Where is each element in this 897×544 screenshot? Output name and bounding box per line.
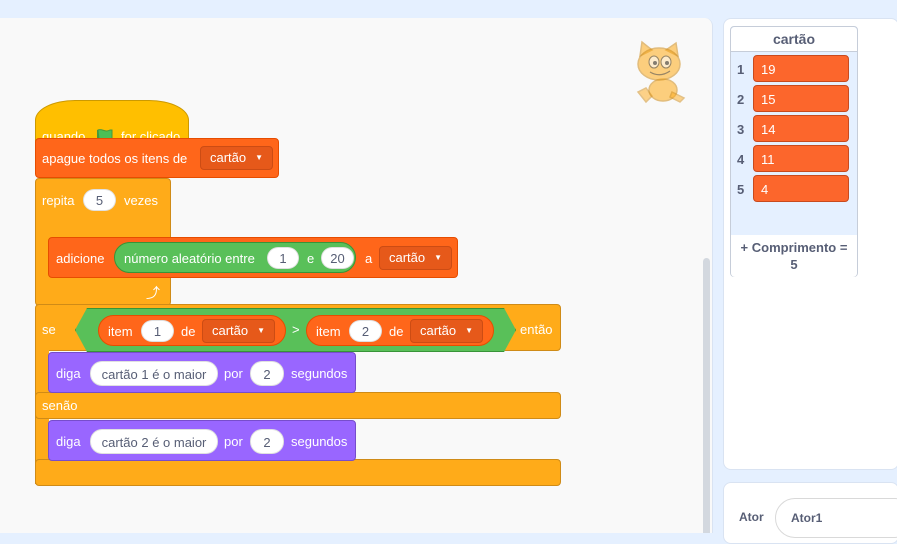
- dropdown-arrow-icon: ▼: [257, 326, 265, 335]
- dropdown-arrow-icon: ▼: [255, 153, 263, 162]
- say2-message-input[interactable]: cartão 2 é o maior: [90, 429, 218, 454]
- item2-index-input[interactable]: 2: [349, 320, 382, 342]
- item-1-reporter[interactable]: item 1 de cartão ▼: [98, 315, 286, 346]
- list-item-value[interactable]: 19: [753, 55, 849, 82]
- list-item-index: 3: [737, 122, 745, 137]
- say2-for-label: por: [224, 434, 243, 449]
- random-connector: e: [307, 251, 315, 266]
- dropdown-arrow-icon: ▼: [434, 253, 442, 262]
- if-label: se: [42, 322, 56, 337]
- item1-label: item: [108, 324, 133, 339]
- sprite-name-input[interactable]: Ator1: [775, 498, 897, 538]
- random-from-input[interactable]: 1: [267, 247, 299, 269]
- sprite-name-label: Ator: [739, 510, 764, 524]
- list-length-value: 5: [790, 257, 798, 272]
- list-item-index: 1: [737, 62, 745, 77]
- list-item-index: 5: [737, 182, 745, 197]
- greater-than-block[interactable]: item 1 de cartão ▼ > item 2 de cartão ▼: [75, 308, 516, 352]
- add-label: adicione: [56, 251, 105, 266]
- item1-list-dropdown[interactable]: cartão ▼: [202, 319, 275, 343]
- say-block-2[interactable]: diga cartão 2 é o maior por 2 segundos: [48, 420, 356, 461]
- list-item-index: 4: [737, 152, 745, 167]
- code-workspace[interactable]: quando for clicado apague todos os itens…: [0, 18, 713, 533]
- say2-unit-label: segundos: [291, 434, 348, 449]
- say2-secs-input[interactable]: 2: [250, 429, 284, 454]
- list-monitor-footer: + Comprimento = 5: [731, 235, 857, 277]
- item1-list-value: cartão: [212, 323, 249, 338]
- greater-operator: >: [292, 322, 300, 337]
- scratch-cat-icon: [628, 40, 690, 106]
- item2-list-dropdown[interactable]: cartão ▼: [410, 319, 483, 343]
- random-number-block[interactable]: número aleatório entre 1 e 20: [114, 242, 356, 273]
- repeat-label: repita: [42, 193, 75, 208]
- top-bar: [0, 0, 897, 18]
- say1-message-input[interactable]: cartão 1 é o maior: [90, 361, 218, 386]
- repeat-times-input[interactable]: 5: [83, 189, 116, 211]
- workspace-scrollbar[interactable]: [703, 258, 710, 533]
- say1-label: diga: [56, 366, 81, 381]
- list-add-button[interactable]: +: [741, 240, 749, 255]
- random-to-input[interactable]: 20: [321, 247, 354, 269]
- add-to-list-block[interactable]: adicione número aleatório entre 1 e 20 a…: [48, 237, 458, 278]
- add-to-word: a: [365, 251, 373, 266]
- list-monitor[interactable]: cartão 1 19 2 15 3 14 4 11 5 4 + Comprim…: [730, 26, 858, 277]
- list-length-label: Comprimento =: [751, 240, 848, 255]
- list-item-value[interactable]: 11: [753, 145, 849, 172]
- item-2-reporter[interactable]: item 2 de cartão ▼: [306, 315, 494, 346]
- delete-all-block[interactable]: apague todos os itens de cartão ▼: [35, 138, 279, 178]
- add-list-dropdown-value: cartão: [389, 250, 426, 265]
- delete-all-label: apague todos os itens de: [42, 151, 188, 166]
- list-item-value[interactable]: 15: [753, 85, 849, 112]
- item2-list-value: cartão: [420, 323, 457, 338]
- then-label: então: [520, 322, 553, 337]
- list-item-index: 2: [737, 92, 745, 107]
- else-label: senão: [42, 398, 78, 413]
- item2-of-label: de: [389, 324, 404, 339]
- list-dropdown[interactable]: cartão ▼: [200, 146, 273, 170]
- item1-of-label: de: [181, 324, 196, 339]
- list-item-value[interactable]: 4: [753, 175, 849, 202]
- say1-unit-label: segundos: [291, 366, 348, 381]
- list-dropdown-value: cartão: [210, 150, 247, 165]
- say2-label: diga: [56, 434, 81, 449]
- add-list-dropdown[interactable]: cartão ▼: [379, 246, 452, 270]
- repeat-times-label: vezes: [124, 193, 158, 208]
- dropdown-arrow-icon: ▼: [465, 326, 473, 335]
- random-label: número aleatório entre: [124, 251, 255, 266]
- say1-secs-input[interactable]: 2: [250, 361, 284, 386]
- if-footer: [35, 459, 561, 486]
- item1-index-input[interactable]: 1: [141, 320, 174, 342]
- list-item-value[interactable]: 14: [753, 115, 849, 142]
- else-header[interactable]: [35, 392, 561, 419]
- say-block-1[interactable]: diga cartão 1 é o maior por 2 segundos: [48, 352, 356, 393]
- item2-label: item: [316, 324, 341, 339]
- say1-for-label: por: [224, 366, 243, 381]
- list-monitor-title: cartão: [731, 27, 857, 52]
